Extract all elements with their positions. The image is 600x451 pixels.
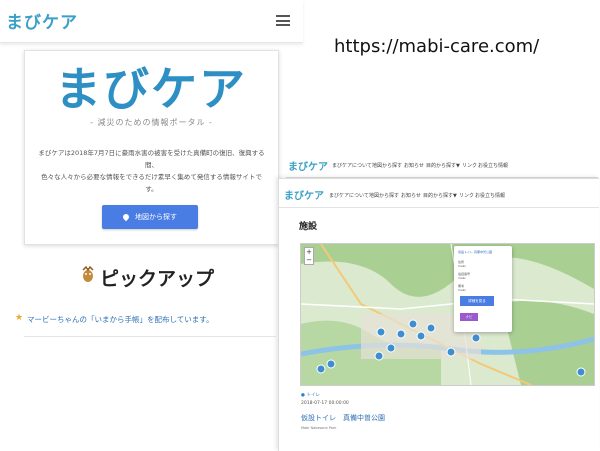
map-marker [576,367,586,377]
map-marker [376,327,386,337]
facility-title-link[interactable]: 仮設トイレ 真備中曽公園 [301,413,385,423]
divider [24,336,276,337]
popup-nav-button[interactable]: ナビ [460,313,478,321]
desktop-header-back: まびケア まびケアについて 地図から探す お知らせ 目的から探す▼ リンク お役… [286,153,598,178]
nav-item-tips[interactable]: お役立ち情報 [475,192,505,199]
map-marker [374,351,384,361]
hero-tagline: - 減災のための情報ポータル - [90,118,213,127]
site-url: https://mabi-care.com/ [334,36,540,57]
nav-item-links[interactable]: リンク [459,192,474,199]
map-marker [316,364,326,374]
section-heading: 施設 [299,222,318,232]
nav-item-map[interactable]: 地図から探す [369,192,399,199]
hero-card: まびケア - 減災のための情報ポータル - まびケアは2018年7月7日に豪雨水… [24,50,279,245]
nav-item-purpose-back[interactable]: 目的から探す▼ [426,162,460,169]
nav-item-map-back[interactable]: 地図から探す [372,162,402,169]
map-marker [408,319,418,329]
site-logo[interactable]: まびケア [6,8,78,33]
pickup-item-link[interactable]: マービーちゃんの「いまから手帳」を配布しています。 [27,314,214,325]
divider [279,207,599,208]
nav-item-purpose[interactable]: 目的から探す▼ [423,192,457,199]
hero-logo: まびケア [55,62,247,116]
category-tag: ● トイレ [301,393,320,398]
phone-header: まびケア [0,0,303,43]
nav-item-tips-back[interactable]: お役立ち情報 [478,162,508,169]
facility-subtitle: Mabi Nakasone Park [301,426,337,430]
popup-title[interactable]: 仮設トイレ 真備中曽公園 [458,250,492,254]
map-markers [316,319,586,377]
hero-description: まびケアは2018年7月7日に豪雨水害の被害を受けた真備町の復旧、復興する間、 … [38,149,265,193]
search-by-map-label: 地図から探す [135,213,177,221]
map-marker [386,343,396,353]
nav-item-news-back[interactable]: お知らせ [404,162,424,169]
nav-item-about[interactable]: まびケアについて [329,192,369,199]
map-marker [426,323,436,333]
search-by-map-button[interactable]: 地図から探す [102,205,198,229]
nav-item-links-back[interactable]: リンク [462,162,477,169]
mascot-icon [82,265,94,282]
star-icon: ★ [15,313,24,323]
post-datetime: 2018-07-17 00:00:00 [301,401,349,406]
popup-field-value: mabi [458,276,466,280]
facility-map[interactable]: + − 仮設トイレ 真備中曽公園 住所 mabi 電話番号 mabi 備考 ma… [300,243,595,386]
map-marker [326,359,336,369]
popup-field-value: mabi [458,288,466,292]
hamburger-menu-icon[interactable] [276,15,290,26]
map-pin-icon [121,212,131,222]
site-logo-back[interactable]: まびケア [288,158,328,173]
popup-field-value: mabi [458,264,466,268]
site-logo-desktop[interactable]: まびケア [284,187,324,202]
popup-detail-button[interactable]: 詳細を見る [460,296,494,306]
map-marker [471,333,481,343]
pickup-title: ピックアップ [100,268,215,290]
map-popup: 仮設トイレ 真備中曽公園 住所 mabi 電話番号 mabi 備考 mabi 詳… [454,246,512,332]
nav-item-about-back[interactable]: まびケアについて [332,162,372,169]
map-marker [416,331,426,341]
desktop-page: まびケア まびケアについて 地図から探す お知らせ 目的から探す▼ リンク お役… [278,178,599,451]
map-marker [446,347,456,357]
nav-item-news[interactable]: お知らせ [401,192,421,199]
map-marker [396,329,406,339]
